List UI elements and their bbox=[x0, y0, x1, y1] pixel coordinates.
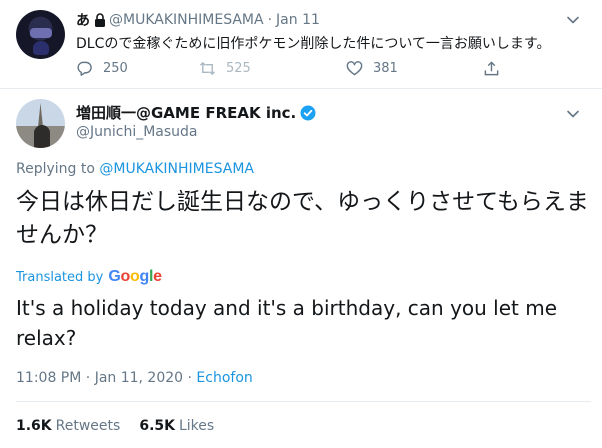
tweet-stats: 1.6K Retweets 6.5K Likes bbox=[16, 418, 233, 434]
tweet-time[interactable]: 11:08 PM bbox=[16, 370, 81, 386]
chevron-down-icon[interactable] bbox=[566, 13, 580, 27]
heart-icon bbox=[346, 61, 363, 76]
tweet-text: 今日は休日だし誕生日なので、ゆっくりさせてもらえませんか？ bbox=[16, 189, 589, 248]
replying-to-link[interactable]: @MUKAKINHIMESAMA bbox=[99, 161, 254, 177]
divider bbox=[0, 88, 602, 89]
like-button[interactable]: 381 bbox=[346, 60, 398, 77]
meta-separator: · bbox=[85, 370, 91, 386]
divider bbox=[16, 401, 591, 402]
likes-label: Likes bbox=[178, 418, 215, 434]
retweets-label: Retweets bbox=[55, 418, 121, 434]
google-logo-icon: Google bbox=[108, 268, 162, 285]
parent-tweet[interactable]: あ @MUKAKINHIMESAMA · Jan 11 DLCので金稼ぐために旧… bbox=[0, 0, 602, 88]
author-handle[interactable]: @Junichi_Masuda bbox=[76, 124, 198, 140]
tweet-date[interactable]: Jan 11, 2020 bbox=[95, 370, 183, 386]
lock-icon bbox=[94, 13, 106, 27]
tweet-source-link[interactable]: Echofon bbox=[196, 370, 252, 386]
parent-tweet-actions: 250 525 381 bbox=[76, 60, 506, 82]
reply-icon bbox=[77, 61, 92, 76]
parent-date[interactable]: Jan 11 bbox=[276, 12, 320, 28]
parent-header-separator: · bbox=[267, 12, 273, 28]
parent-tweet-header: あ @MUKAKINHIMESAMA · Jan 11 bbox=[76, 10, 320, 30]
retweet-button[interactable]: 525 bbox=[199, 60, 251, 77]
share-button[interactable] bbox=[483, 60, 510, 77]
chevron-down-icon[interactable] bbox=[566, 107, 580, 121]
author-name-row[interactable]: 増田順一@GAME FREAK inc. bbox=[76, 102, 316, 123]
parent-avatar[interactable] bbox=[16, 10, 65, 59]
likes-stat[interactable]: 6.5K Likes bbox=[139, 418, 214, 434]
replying-prefix: Replying to bbox=[16, 161, 95, 177]
parent-tweet-text: DLCので金稼ぐために旧作ポケモン削除した件について一言お願いします。 bbox=[76, 36, 551, 52]
retweet-icon bbox=[199, 61, 216, 76]
verified-badge-icon bbox=[300, 105, 316, 121]
reply-button[interactable]: 250 bbox=[76, 60, 128, 77]
author-display-name[interactable]: 増田順一@GAME FREAK inc. bbox=[76, 102, 296, 123]
translated-by-label: Translated by bbox=[16, 269, 104, 285]
share-icon bbox=[484, 61, 499, 76]
retweets-count: 1.6K bbox=[16, 418, 52, 434]
translation-attribution: Translated by Google bbox=[16, 268, 162, 286]
meta-separator: · bbox=[187, 370, 192, 386]
tweet-meta: 11:08 PM · Jan 11, 2020 · Echofon bbox=[16, 370, 253, 386]
author-avatar[interactable] bbox=[16, 99, 65, 148]
reply-count: 250 bbox=[103, 61, 128, 76]
parent-handle[interactable]: @MUKAKINHIMESAMA bbox=[109, 12, 264, 28]
tweet-translation: It's a holiday today and it's a birthday… bbox=[16, 296, 558, 350]
like-count: 381 bbox=[373, 61, 398, 76]
likes-count: 6.5K bbox=[139, 418, 175, 434]
parent-display-name[interactable]: あ bbox=[76, 10, 90, 30]
retweets-stat[interactable]: 1.6K Retweets bbox=[16, 418, 120, 434]
replying-to: Replying to @MUKAKINHIMESAMA bbox=[16, 161, 254, 177]
retweet-count: 525 bbox=[226, 61, 251, 76]
